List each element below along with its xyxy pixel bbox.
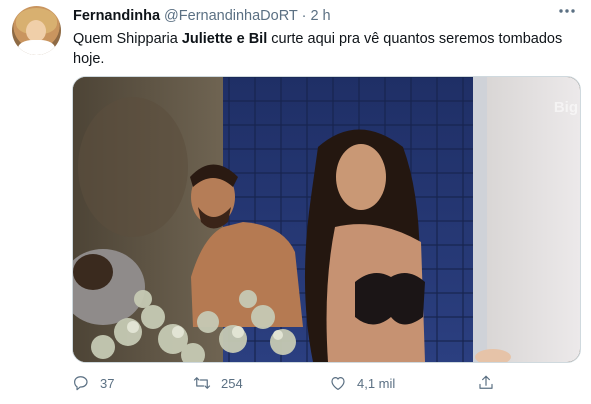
avatar-face — [26, 20, 46, 42]
tweet[interactable]: Fernandinha @FernandinhaDoRT · 2 h Quem … — [0, 0, 591, 404]
tweet-text-bold: Juliette e Bil — [181, 31, 268, 47]
reply-button[interactable]: 37 — [72, 372, 114, 394]
tweet-header: Fernandinha @FernandinhaDoRT · 2 h — [73, 8, 331, 24]
reply-count: 37 — [100, 375, 115, 391]
avatar-shirt — [18, 40, 55, 55]
more-dots-icon[interactable] — [555, 4, 579, 24]
tv-watermark: Big — [553, 99, 578, 116]
separator-dot: · — [301, 8, 307, 24]
retweet-count: 254 — [221, 375, 243, 391]
tweet-actions: 37 254 4,1 mil — [72, 372, 502, 394]
tweet-text-part1: Quem Shipparia — [73, 31, 182, 47]
photo-scene — [73, 77, 580, 362]
avatar[interactable] — [12, 6, 61, 55]
reply-icon — [74, 376, 88, 391]
tweet-timestamp[interactable]: 2 h — [310, 8, 330, 24]
share-button[interactable] — [477, 372, 505, 394]
retweet-button[interactable]: 254 — [193, 372, 243, 394]
like-button[interactable]: 4,1 mil — [329, 372, 395, 394]
author-handle[interactable]: @FernandinhaDoRT — [164, 8, 297, 24]
tweet-text: Quem Shipparia Juliette e Bil curte aqui… — [73, 29, 578, 69]
like-count: 4,1 mil — [357, 375, 396, 391]
share-icon — [479, 375, 493, 389]
tweet-photo[interactable]: Big — [72, 76, 581, 363]
heart-icon — [331, 377, 345, 390]
author-name[interactable]: Fernandinha — [73, 8, 160, 24]
retweet-icon — [193, 377, 211, 389]
